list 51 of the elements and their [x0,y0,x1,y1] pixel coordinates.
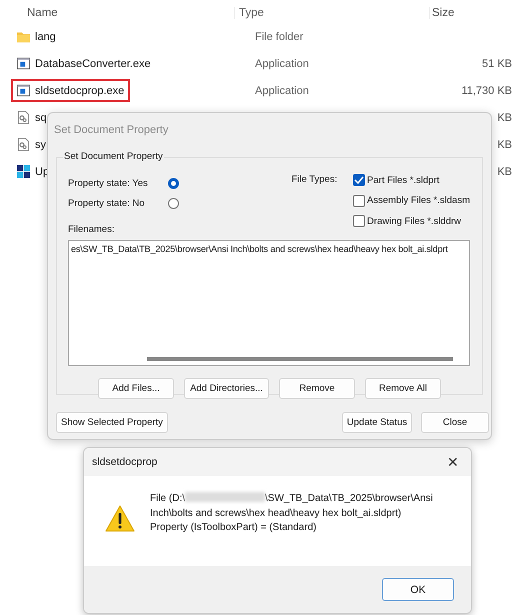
file-size: 51 KB [481,58,512,70]
check-icon [354,176,364,184]
application-icon [17,84,30,97]
warning-icon [105,505,135,532]
file-type: Application [254,58,310,70]
show-property-button[interactable]: Show Selected Property [56,412,168,433]
file-size: KB [496,112,512,124]
list-action-button[interactable]: Add Files... [98,378,174,398]
radio-button[interactable] [168,198,179,208]
column-header[interactable]: Size [429,7,515,19]
application-icon [17,57,30,70]
settings-file-icon [17,111,30,124]
radio-label: Property state: No [68,198,146,208]
checkbox[interactable] [353,215,366,228]
checkbox[interactable] [353,174,366,186]
window-title: Set Document Property [54,123,170,138]
checkbox-label: Part Files *.sldprt [367,174,440,186]
filename-item[interactable]: es\SW_TB_Data\TB_2025\browser\Ansi Inch\bolts and screws\hex head\heavy hex bolt_ai.sldprt [69,240,469,256]
folder-icon [17,30,30,43]
file-types-label: File Types: [291,173,338,187]
column-header[interactable]: Name [0,7,234,19]
dialog-button[interactable]: Close [421,412,489,433]
message-text: File (D:\ \SW_TB_Data\TB_2025\browser\Ansi Inch\bolts and screws\hex head\heavy hex bolt_ai.sldprt) Property (IsToolboxPart) = (Standard) [150,492,434,535]
group-label: Set Document Property [63,151,164,162]
dialog-button[interactable]: Update Status [342,412,412,433]
file-type: Application [254,84,310,96]
checkbox[interactable] [353,194,366,207]
list-action-button[interactable]: Remove [279,378,355,398]
file-size: 11,730 KB [460,84,512,96]
settings-file-icon [17,138,30,151]
file-type: File folder [254,30,304,42]
ok-button[interactable]: OK [382,578,454,601]
file-name[interactable]: sq [35,112,47,124]
scrollbar[interactable] [147,356,453,360]
file-name[interactable]: DatabaseConverter.exe [35,58,151,70]
radio-label: Property state: Yes [68,178,149,188]
file-name[interactable]: sy [35,138,46,150]
list-action-button[interactable]: Add Directories... [184,378,269,398]
filenames-list[interactable]: es\SW_TB_Data\TB_2025\browser\Ansi Inch\bolts and screws\hex head\heavy hex bolt_ai.sldprt [68,240,470,366]
list-action-button[interactable]: Remove All [365,378,441,398]
column-header[interactable]: Type [234,7,429,19]
cube-icon [17,165,30,178]
radio-button[interactable] [168,178,179,188]
filenames-label: Filenames: [68,224,116,234]
checkbox-label: Assembly Files *.sldasm [367,195,470,206]
close-button[interactable]: ✕ [447,454,459,470]
file-name[interactable]: lang [35,30,56,42]
checkbox-label: Drawing Files *.slddrw [367,216,462,227]
file-size: KB [496,166,512,178]
file-size: KB [496,138,512,150]
window-title: sldsetdocprop [92,456,158,468]
